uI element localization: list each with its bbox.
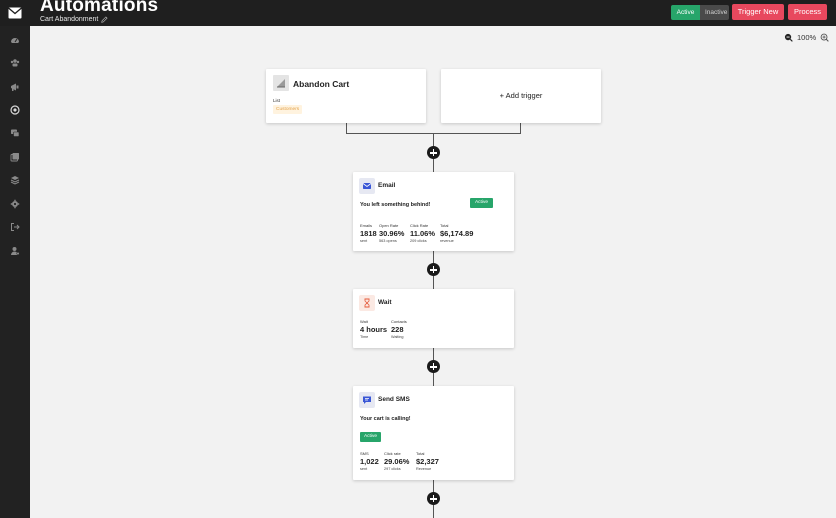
sms-message: Your cart is calling!: [360, 416, 411, 422]
add-step-button[interactable]: [427, 360, 440, 373]
process-button[interactable]: Process: [788, 4, 827, 20]
top-bar: Automations Cart Abandonment Active Inac…: [0, 0, 836, 26]
sms-status-badge: Active: [360, 432, 381, 442]
sms-stat-total: Total $2,327 Revenue: [416, 451, 439, 471]
status-toggle[interactable]: Active Inactive: [671, 5, 729, 20]
status-inactive-option[interactable]: Inactive: [700, 5, 729, 20]
wait-stat-contacts: Contacts 228 Waiting: [391, 319, 407, 339]
email-stat-click-rate: Click Rate 11.06% 209 clicks: [410, 223, 436, 243]
add-trigger-card[interactable]: + Add trigger: [441, 69, 601, 123]
settings-icon[interactable]: [10, 199, 20, 209]
zoom-in-icon[interactable]: [820, 33, 829, 42]
email-subject: You left something behind!: [360, 202, 431, 208]
mail-logo-icon: [8, 7, 22, 19]
zoom-out-icon[interactable]: [784, 33, 793, 42]
add-step-button[interactable]: [427, 492, 440, 505]
automations-icon[interactable]: [10, 105, 20, 115]
pencil-icon[interactable]: [101, 16, 108, 23]
hourglass-icon: [359, 295, 375, 311]
add-trigger-label: + Add trigger: [499, 91, 543, 100]
add-step-button[interactable]: [427, 263, 440, 276]
email-status-badge: Active: [470, 198, 493, 208]
sms-step-card[interactable]: Send SMS Your cart is calling! Active SM…: [353, 386, 514, 480]
list-tag: Customers: [273, 105, 303, 114]
wait-step-card[interactable]: Wait Wait 4 hours Time Contacts 228 Waiting: [353, 289, 514, 348]
wait-stat-time: Wait 4 hours Time: [360, 319, 388, 339]
page-title: Automations: [40, 0, 159, 16]
logout-icon[interactable]: [10, 222, 20, 232]
wait-step-title: Wait: [378, 299, 392, 306]
zoom-controls: 100%: [784, 33, 829, 42]
automation-name[interactable]: Cart Abandonment: [40, 16, 108, 23]
account-icon[interactable]: [10, 246, 20, 256]
trigger-title: Abandon Cart: [293, 79, 350, 89]
zoom-level: 100%: [797, 33, 817, 42]
dashboard-icon[interactable]: [10, 35, 20, 45]
add-step-button[interactable]: [427, 146, 440, 159]
campaigns-icon[interactable]: [10, 82, 20, 92]
trigger-list-label: List: [273, 98, 281, 103]
email-step-card[interactable]: Email You left something behind! Active …: [353, 172, 514, 251]
sms-stat-click-rate: Click rate 29.06% 297 clicks: [384, 451, 410, 471]
trigger-card-abandon-cart[interactable]: Abandon Cart List Customers: [266, 69, 426, 123]
status-active-option[interactable]: Active: [671, 5, 700, 20]
automation-name-label: Cart Abandonment: [40, 16, 99, 23]
messages-icon[interactable]: [10, 128, 20, 138]
email-stat-emails: Emails 1818 sent: [360, 223, 377, 243]
sidebar: [0, 26, 30, 518]
email-step-icon: [359, 178, 375, 194]
sms-chat-icon: [359, 392, 375, 408]
email-stat-open-rate: Open Rate 30.96% 563 opens: [379, 223, 405, 243]
trigger-new-button[interactable]: Trigger New: [732, 4, 784, 20]
integrations-icon[interactable]: [10, 175, 20, 185]
sms-step-title: Send SMS: [378, 396, 410, 403]
email-stat-total: Total $6,174.89 revenue: [440, 223, 474, 243]
contacts-icon[interactable]: [10, 58, 20, 68]
email-step-title: Email: [378, 182, 396, 189]
sms-stat-sent: SMS 1,022 sent: [360, 451, 379, 471]
cart-chart-icon: [273, 75, 289, 91]
templates-icon[interactable]: [10, 152, 20, 162]
